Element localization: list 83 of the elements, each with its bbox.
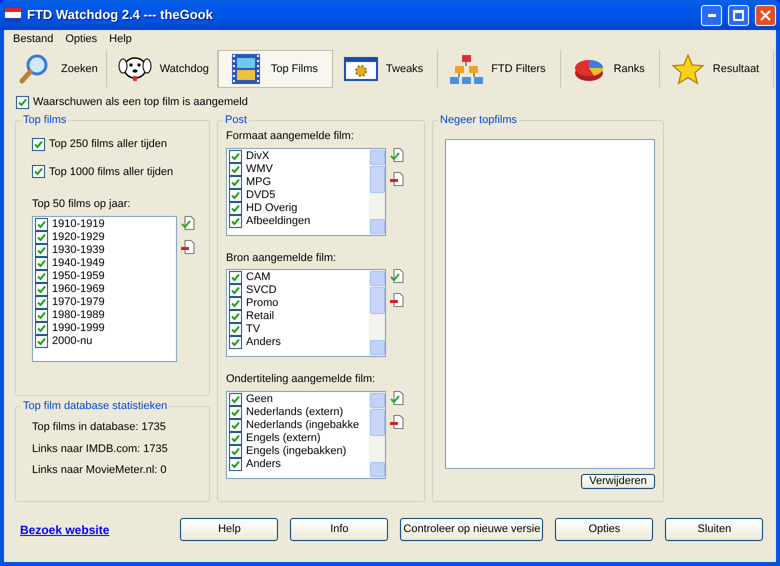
maximize-icon [733,10,744,20]
checkbox[interactable] [229,310,242,323]
toolbar-tab[interactable]: Tweaks [332,50,438,88]
checkbox[interactable] [229,188,242,202]
checkbox[interactable] [35,282,48,296]
checkbox[interactable] [229,392,242,406]
toolbar-tab[interactable]: Zoeken [8,50,107,88]
page-check-icon[interactable] [181,216,195,230]
checkbox[interactable] [229,297,242,310]
close-button[interactable] [755,4,776,26]
scrollbar[interactable] [369,392,385,478]
group-title: Top films [22,114,68,127]
checkbox[interactable] [229,432,242,444]
checkbox[interactable] [35,256,48,270]
checkbox[interactable] [35,244,48,256]
toolbar-tab[interactable]: Ranks [560,50,660,88]
group-title: Post [224,114,248,127]
minimize-icon [708,14,716,16]
app-icon [5,8,21,22]
list-label: Ondertiteling aangemelde film: [226,372,376,387]
checkbox[interactable] [229,444,242,458]
close-icon [760,10,771,20]
toolbar-tab[interactable]: Top Films [218,50,333,88]
page-minus-icon[interactable] [390,293,404,307]
checkbox-label: Top 1000 films aller tijden [49,164,174,180]
checkbox[interactable] [35,218,48,230]
checkbox[interactable] [35,308,48,322]
checkbox[interactable] [229,458,242,470]
checkbox[interactable] [35,322,48,334]
stat-text: Links naar MovieMeter.nl: 0 [32,463,168,478]
list-label: Top 50 films op jaar: [31,197,130,212]
checkbox[interactable] [229,214,242,228]
minimize-button[interactable] [701,4,722,26]
menu-item[interactable]: Bestand [7,30,60,48]
stat-text: Top films in database: 1735 [32,420,167,435]
checkbox[interactable] [32,165,45,178]
dialog-button[interactable]: Help [180,518,278,541]
checkbox[interactable] [229,418,242,432]
dialog-button[interactable]: Sluiten [665,518,764,541]
window-title: FTD Watchdog 2.4 --- theGook [27,6,214,24]
page-minus-icon[interactable] [181,240,195,254]
checkbox[interactable] [229,271,242,284]
checkbox[interactable] [35,334,48,348]
page-minus-icon[interactable] [390,172,404,186]
checkbox[interactable] [229,202,242,214]
checkbox[interactable] [229,323,242,336]
checkbox[interactable] [229,284,242,297]
maximize-button[interactable] [728,4,749,26]
page-check-icon[interactable] [390,390,404,404]
toolbar-tab[interactable]: FTD Filters [438,50,561,88]
menu-item[interactable]: Help [103,30,138,48]
checkbox[interactable] [229,406,242,418]
hierarchy-icon [449,53,484,85]
page-minus-icon[interactable] [390,414,404,428]
stat-text: Links naar IMDB.com: 1735 [32,442,169,456]
checkbox[interactable] [35,296,48,308]
toolbar-tab[interactable]: Watchdog [106,50,218,88]
scrollbar[interactable] [369,270,385,356]
page-check-icon[interactable] [390,269,404,283]
checkbox[interactable] [16,96,29,108]
website-link[interactable]: Bezoek website [20,520,110,538]
checkbox[interactable] [229,176,242,188]
checkbox[interactable] [35,230,48,244]
dialog-button[interactable]: Opties [555,518,654,541]
checkbox[interactable] [229,336,242,349]
list-label: Formaat aangemelde film: [226,129,354,144]
list-label: Bron aangemelde film: [226,250,336,266]
group-title: Negeer topfilms [439,114,518,127]
checkbox[interactable] [229,150,242,162]
remove-button[interactable]: Verwijderen [581,474,655,489]
checkbox-label: Top 250 films aller tijden [49,137,168,152]
toolbar-tab[interactable]: Resultaat [660,50,774,88]
group-title: Top film database statistieken [22,400,168,413]
star-icon [670,53,705,85]
dialog-button[interactable]: Info [290,518,388,541]
page-check-icon[interactable] [390,148,404,162]
scrollbar[interactable] [369,148,385,234]
menu-item[interactable]: Opties [59,30,104,48]
dialog-button[interactable]: Controleer op nieuwe versie [400,518,544,541]
checkbox-label: Waarschuwen als een top film is aangemeld [33,94,248,110]
checkbox[interactable] [229,162,242,176]
checkbox[interactable] [35,270,48,282]
checkbox[interactable] [32,138,45,151]
